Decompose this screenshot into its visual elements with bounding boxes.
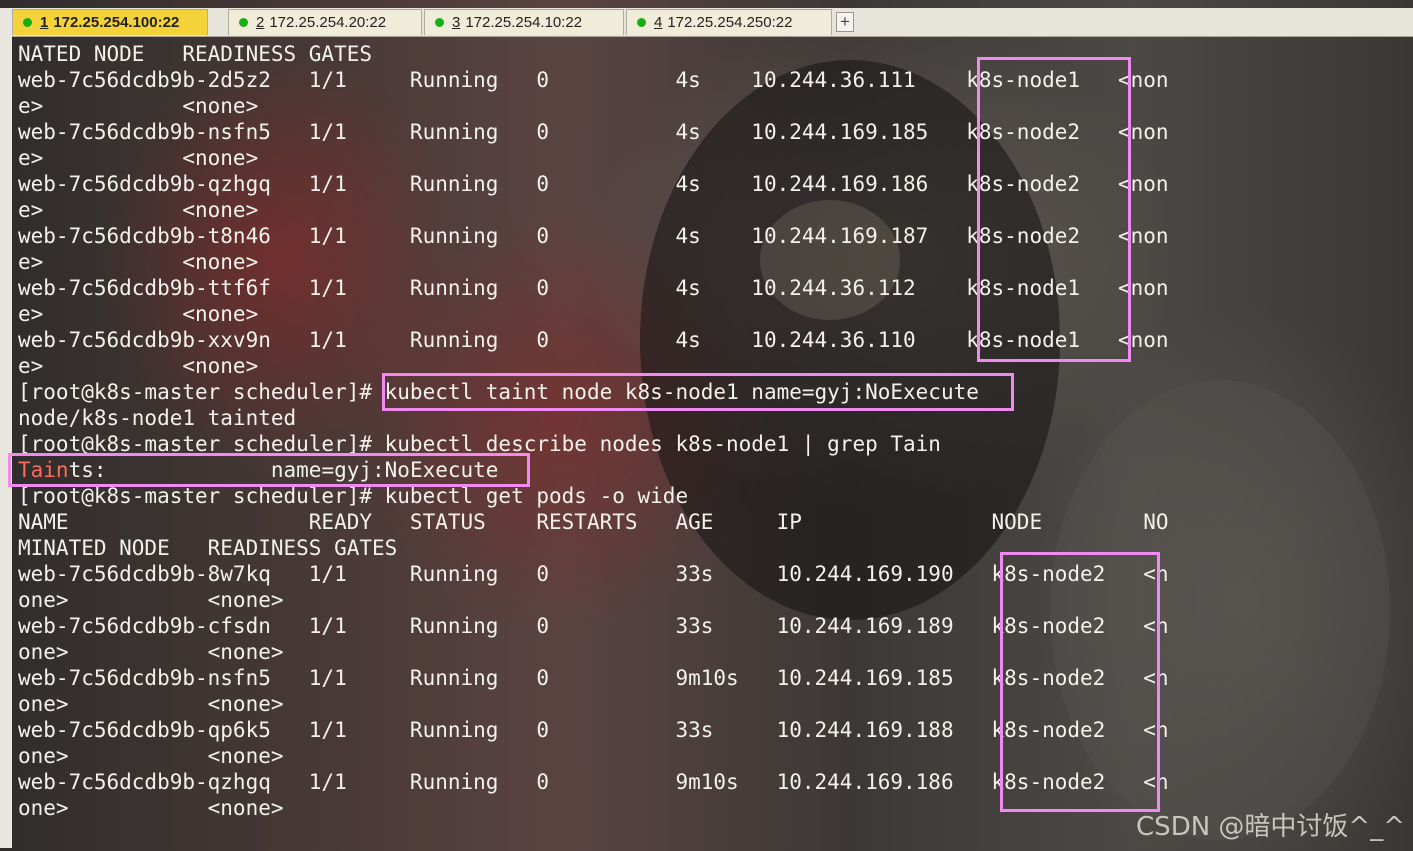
terminal-line: web-7c56dcdb9b-8w7kq 1/1 Running 0 33s 1… [18, 562, 1169, 586]
new-tab-button[interactable]: + [836, 12, 854, 32]
terminal-line: web-7c56dcdb9b-qp6k5 1/1 Running 0 33s 1… [18, 718, 1169, 742]
connected-status-icon [239, 18, 248, 27]
terminal-output[interactable]: NATED NODE READINESS GATES web-7c56dcdb9… [0, 37, 1413, 851]
terminal-line: e> <none> [18, 354, 259, 378]
table-header-line: MINATED NODE READINESS GATES [18, 536, 398, 560]
session-tab-1[interactable]: 1 172.25.254.100:22 [12, 9, 208, 35]
terminal-line: e> <none> [18, 198, 259, 222]
tab-number: 3 [452, 14, 461, 31]
tab-host: 172.25.254.10:22 [465, 14, 583, 31]
tab-number: 4 [654, 14, 663, 31]
terminal-line: one> <none> [18, 744, 284, 768]
tab-host: 172.25.254.20:22 [269, 14, 387, 31]
terminal-line: web-7c56dcdb9b-cfsdn 1/1 Running 0 33s 1… [18, 614, 1169, 638]
session-tab-4[interactable]: 4 172.25.254.250:22 [626, 9, 832, 35]
terminal-line: node/k8s-node1 tainted [18, 406, 297, 430]
tab-host: 172.25.254.250:22 [667, 14, 793, 31]
tab-host: 172.25.254.100:22 [53, 14, 180, 31]
terminal-line: web-7c56dcdb9b-nsfn5 1/1 Running 0 9m10s… [18, 666, 1169, 690]
terminal-line: one> <none> [18, 588, 284, 612]
terminal-line: web-7c56dcdb9b-qzhgq 1/1 Running 0 9m10s… [18, 770, 1169, 794]
table-header-line: NAME READY STATUS RESTARTS AGE IP NODE N… [18, 510, 1169, 534]
terminal-line: e> <none> [18, 302, 259, 326]
connected-status-icon [637, 18, 646, 27]
terminal-line: e> <none> [18, 94, 259, 118]
terminal-line: one> <none> [18, 640, 284, 664]
terminal-line: one> <none> [18, 692, 284, 716]
terminal-line: NATED NODE READINESS GATES [18, 42, 373, 66]
session-tab-bar: 1 172.25.254.100:22 2 172.25.254.20:22 3… [12, 8, 1413, 37]
tab-number: 2 [256, 14, 265, 31]
connected-status-icon [435, 18, 444, 27]
session-tab-3[interactable]: 3 172.25.254.10:22 [424, 9, 624, 35]
taint-command-highlight-box [382, 373, 1014, 411]
session-tab-2[interactable]: 2 172.25.254.20:22 [228, 9, 422, 35]
terminal-line: e> <none> [18, 250, 259, 274]
watermark: CSDN @暗中讨饭^_^ [1136, 812, 1405, 842]
taints-output-highlight-box [8, 453, 530, 487]
terminal-line: e> <none> [18, 146, 259, 170]
node-column-highlight-box [1000, 552, 1160, 812]
tab-number: 1 [40, 14, 49, 31]
terminal-line: one> <none> [18, 796, 284, 820]
node-column-highlight-box [977, 57, 1131, 362]
connected-status-icon [23, 18, 32, 27]
